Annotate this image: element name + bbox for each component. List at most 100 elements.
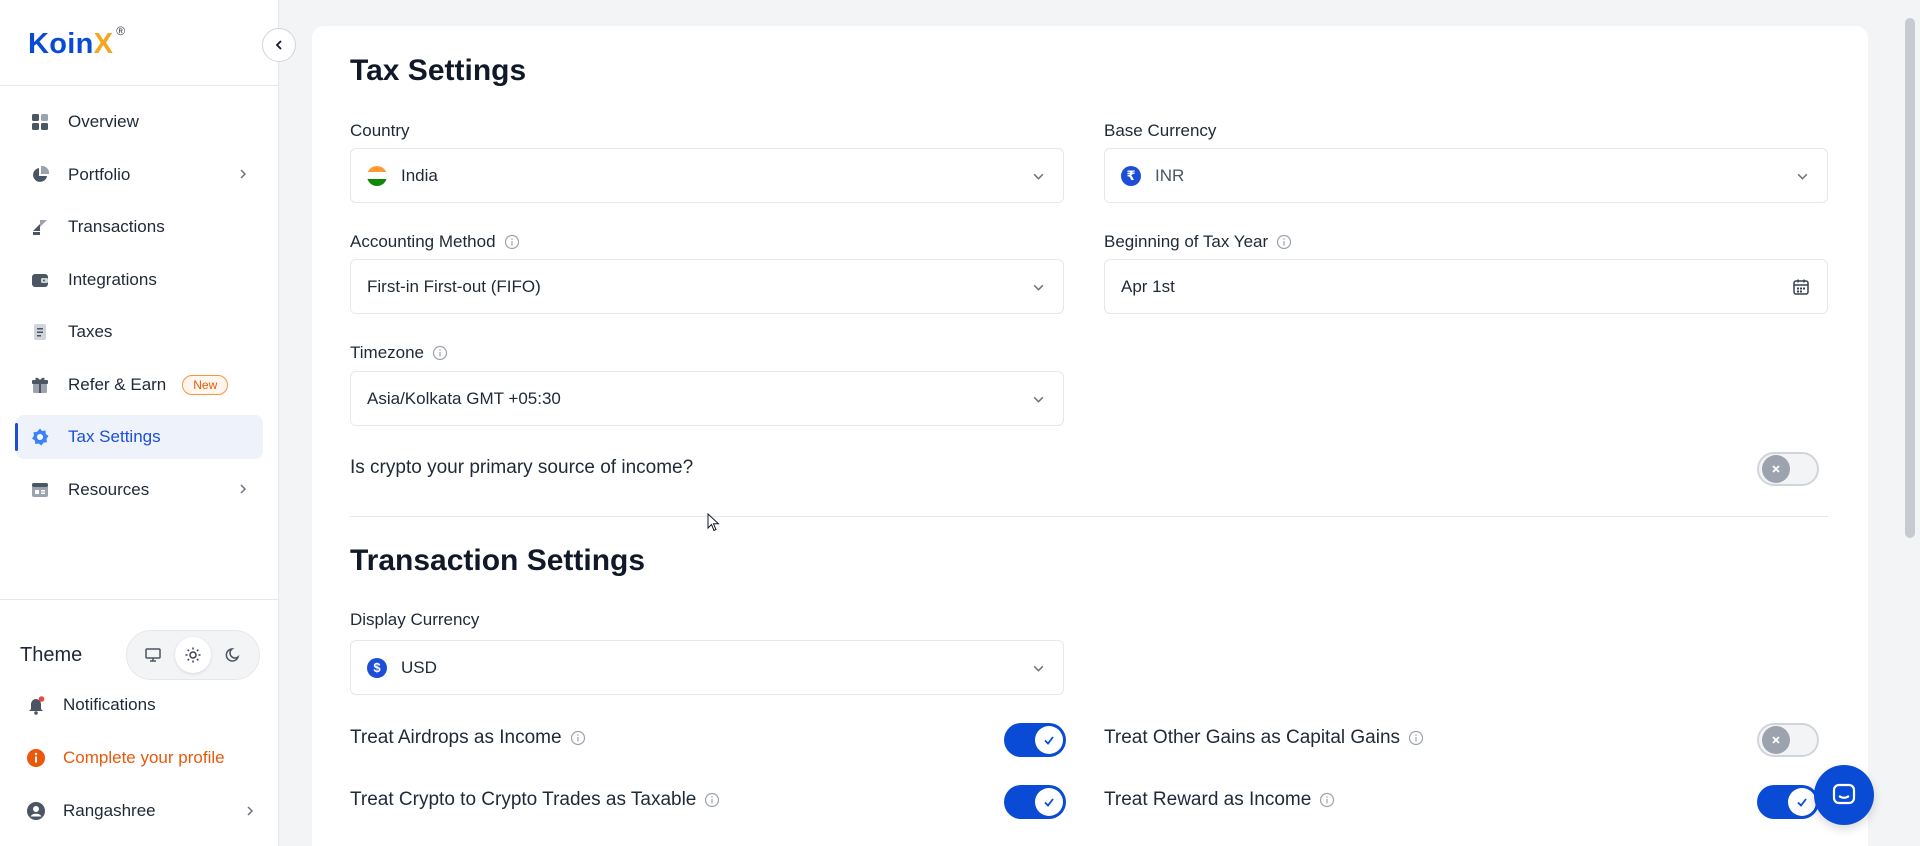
tax-year-label-text: Beginning of Tax Year — [1104, 232, 1269, 251]
chevron-right-icon — [240, 483, 247, 494]
accounting-method-label-text: Accounting Method — [350, 232, 496, 251]
grid-icon — [30, 112, 50, 132]
complete-profile-item[interactable]: Complete your profile — [26, 748, 256, 768]
country-label-text: Country — [350, 121, 410, 140]
country-select[interactable]: India — [350, 148, 1064, 203]
user-name: Rangashree — [63, 801, 156, 820]
reward-income-toggle[interactable] — [1757, 785, 1819, 819]
other-gains-toggle[interactable] — [1757, 723, 1819, 757]
sidebar-item-transactions[interactable]: Transactions — [16, 205, 263, 249]
notifications-label: Notifications — [63, 695, 156, 714]
display-currency-value: USD — [401, 657, 437, 677]
sidebar-item-refer-earn[interactable]: Refer & Earn New — [16, 363, 263, 407]
chevron-right-icon — [240, 168, 247, 179]
display-currency-select[interactable]: $ USD — [350, 640, 1064, 695]
india-flag-icon — [367, 165, 387, 186]
timezone-label: Timezone — [350, 343, 448, 363]
chevron-left-icon — [275, 40, 282, 50]
gear-icon — [30, 427, 50, 447]
accounting-method-label: Accounting Method — [350, 232, 520, 252]
tax-year-label: Beginning of Tax Year — [1104, 232, 1292, 252]
tax-year-input[interactable]: Apr 1st — [1104, 259, 1828, 314]
sidebar-item-label: Tax Settings — [68, 427, 161, 446]
reward-income-text: Treat Reward as Income — [1104, 789, 1312, 810]
monitor-icon — [145, 648, 161, 662]
registered-mark: ® — [116, 24, 126, 38]
sidebar-item-resources[interactable]: Resources — [16, 468, 263, 512]
sidebar-item-integrations[interactable]: Integrations — [16, 258, 263, 302]
dollar-icon: $ — [367, 657, 387, 678]
sidebar-item-portfolio[interactable]: Portfolio — [16, 153, 263, 197]
country-label: Country — [350, 121, 410, 141]
sidebar-item-label: Resources — [68, 479, 150, 499]
reward-income-label: Treat Reward as Income — [1104, 789, 1335, 811]
info-icon[interactable] — [570, 730, 586, 746]
accounting-method-select[interactable]: First-in First-out (FIFO) — [350, 259, 1064, 314]
theme-row: Theme — [20, 630, 260, 680]
chevron-down-icon — [1033, 173, 1044, 180]
sidebar-item-label: Transactions — [68, 217, 165, 236]
sidebar-item-label: Refer & Earn — [68, 374, 167, 394]
new-badge: New — [182, 374, 229, 395]
sidebar-item-overview[interactable]: Overview — [16, 100, 263, 144]
crypto-trades-toggle[interactable] — [1004, 785, 1066, 819]
country-value: India — [401, 165, 438, 185]
base-currency-label: Base Currency — [1104, 121, 1216, 141]
moon-icon — [225, 648, 240, 662]
section-divider — [350, 516, 1828, 517]
other-gains-text: Treat Other Gains as Capital Gains — [1104, 727, 1401, 748]
check-icon — [1797, 798, 1807, 807]
calendar-icon[interactable] — [1791, 277, 1811, 297]
logo-text: Koin — [28, 28, 94, 60]
sidebar-item-taxes[interactable]: Taxes — [16, 310, 263, 354]
rupee-icon: ₹ — [1121, 165, 1141, 186]
scrollbar-thumb[interactable] — [1905, 18, 1915, 538]
primary-income-toggle[interactable] — [1757, 452, 1819, 486]
display-currency-label-text: Display Currency — [350, 610, 480, 629]
info-icon[interactable] — [704, 792, 720, 808]
chevron-down-icon — [1033, 284, 1044, 291]
document-icon — [30, 322, 50, 342]
settings-card: Tax Settings Country India Base Currency… — [312, 26, 1868, 846]
check-icon — [1044, 798, 1054, 807]
theme-switcher — [126, 630, 260, 680]
transaction-settings-title: Transaction Settings — [350, 544, 646, 577]
base-currency-select[interactable]: ₹ INR — [1104, 148, 1828, 203]
toggle-knob — [1035, 788, 1063, 816]
info-icon[interactable] — [1276, 234, 1292, 250]
display-currency-label: Display Currency — [350, 610, 479, 630]
collapse-sidebar-button[interactable] — [262, 28, 296, 62]
theme-light-option[interactable] — [175, 637, 211, 673]
timezone-select[interactable]: Asia/Kolkata GMT +05:30 — [350, 371, 1064, 426]
info-icon[interactable] — [1408, 730, 1424, 746]
chat-support-button[interactable] — [1814, 765, 1874, 825]
info-icon[interactable] — [432, 345, 448, 361]
primary-income-question: Is crypto your primary source of income? — [350, 457, 694, 478]
info-icon[interactable] — [504, 234, 520, 250]
page-scrollbar[interactable] — [1900, 0, 1920, 846]
chevron-down-icon — [1033, 396, 1044, 403]
info-icon[interactable] — [1319, 792, 1335, 808]
logo-area: KoinX ® — [0, 0, 278, 86]
airdrops-income-toggle[interactable] — [1004, 723, 1066, 757]
toggle-knob — [1762, 726, 1790, 754]
sidebar-item-tax-settings[interactable]: Tax Settings — [15, 415, 263, 459]
koinx-logo[interactable]: KoinX ® — [28, 24, 125, 61]
tax-settings-title: Tax Settings — [350, 54, 527, 87]
notifications-item[interactable]: Notifications — [26, 695, 256, 715]
check-icon — [1044, 736, 1054, 745]
resources-icon — [30, 480, 50, 500]
sidebar-item-label: Overview — [68, 112, 139, 131]
sidebar-item-label: Portfolio — [68, 164, 131, 184]
complete-profile-label: Complete your profile — [63, 748, 225, 767]
user-icon — [26, 801, 46, 821]
crypto-trades-label: Treat Crypto to Crypto Trades as Taxable — [350, 789, 720, 811]
theme-dark-option[interactable] — [215, 637, 251, 673]
other-gains-label: Treat Other Gains as Capital Gains — [1104, 727, 1424, 749]
wallet-icon — [30, 270, 50, 290]
sun-icon — [185, 647, 201, 663]
theme-label: Theme — [20, 643, 83, 666]
theme-system-option[interactable] — [135, 637, 171, 673]
user-profile-item[interactable]: Rangashree — [26, 801, 256, 821]
mouse-cursor-icon — [707, 513, 720, 532]
